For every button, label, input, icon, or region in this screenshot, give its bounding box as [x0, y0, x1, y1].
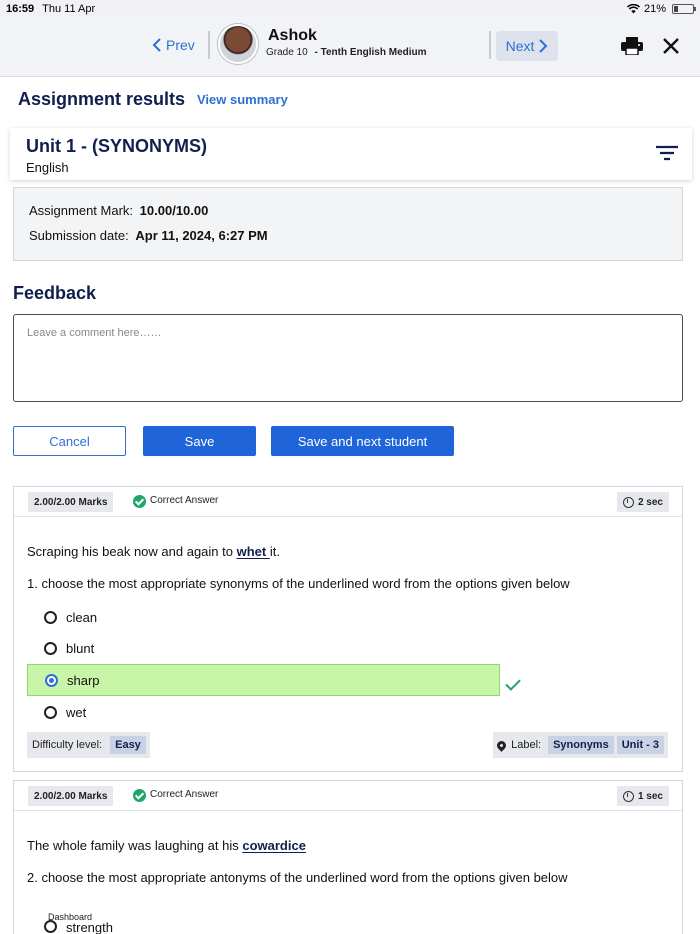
- difficulty-chip: Easy: [110, 736, 146, 754]
- unit-title: Unit 1 - (SYNONYMS): [26, 136, 208, 156]
- save-and-next-button[interactable]: Save and next student: [271, 426, 454, 456]
- assignment-mark-row: Assignment Mark: 10.00/10.00: [29, 203, 208, 218]
- option-label: clean: [66, 609, 98, 625]
- radio-button[interactable]: [44, 610, 57, 624]
- option-label: blunt: [66, 640, 95, 656]
- radio-button[interactable]: [44, 705, 57, 719]
- submission-date-value: Apr 11, 2024, 6:27 PM: [135, 228, 268, 243]
- question-sentence: Scraping his beak now and again to whet …: [27, 544, 280, 559]
- answer-option-selected[interactable]: sharp: [27, 664, 500, 696]
- stopwatch-icon: [622, 790, 634, 802]
- checkmark-icon: [505, 679, 521, 689]
- label-title: Label:: [511, 739, 542, 751]
- underlined-word: whet: [236, 544, 270, 559]
- difficulty-level: Difficulty level: Easy: [27, 732, 150, 758]
- sentence-text: it.: [269, 544, 280, 559]
- status-right: 21%: [626, 2, 696, 15]
- answer-status: Correct Answer: [150, 789, 219, 800]
- nav-divider: [489, 31, 491, 59]
- wifi-icon: [626, 3, 640, 13]
- battery-percent: 21%: [643, 2, 666, 15]
- print-icon[interactable]: [621, 37, 643, 55]
- answer-option[interactable]: strength: [27, 920, 500, 934]
- cancel-button[interactable]: Cancel: [13, 426, 126, 456]
- prev-label: Prev: [166, 37, 195, 53]
- option-label: sharp: [67, 672, 100, 688]
- answer-option[interactable]: wet: [27, 697, 500, 727]
- option-label: strength: [66, 920, 113, 934]
- submission-date-label: Submission date:: [29, 228, 129, 243]
- question-header: 2.00/2.00 Marks Correct Answer 2 sec: [14, 487, 682, 517]
- chevron-left-icon: [152, 38, 161, 52]
- student-avatar: [218, 24, 258, 64]
- student-nav-bar: Prev Ashok Grade 10 - Tenth English Medi…: [0, 17, 700, 77]
- view-summary-link[interactable]: View summary: [197, 92, 288, 107]
- sentence-text: The whole family was laughing at his: [27, 838, 243, 853]
- question-prompt: 1. choose the most appropriate synonyms …: [27, 576, 570, 591]
- difficulty-label: Difficulty level:: [32, 739, 103, 751]
- dashboard-tab[interactable]: Dashboard: [48, 912, 92, 922]
- option-label: wet: [66, 704, 87, 720]
- submission-date-row: Submission date: Apr 11, 2024, 6:27 PM: [29, 228, 268, 243]
- check-circle-icon: [133, 789, 146, 802]
- status-date: Thu 11 Apr: [42, 2, 96, 15]
- question-card: 2.00/2.00 Marks Correct Answer 1 sec The…: [13, 780, 683, 934]
- status-time: 16:59: [6, 2, 35, 15]
- answer-option[interactable]: clean: [27, 602, 500, 632]
- label-chip: Unit - 3: [616, 736, 664, 754]
- time-value: 2 sec: [637, 496, 663, 508]
- next-label: Next: [505, 38, 535, 54]
- unit-subject: English: [26, 160, 69, 175]
- answer-option[interactable]: blunt: [27, 633, 500, 663]
- page-title: Assignment results: [18, 89, 186, 109]
- radio-button[interactable]: [44, 641, 57, 655]
- time-badge: 1 sec: [616, 786, 669, 806]
- student-grade: Grade 10 - Tenth English Medium: [266, 47, 427, 58]
- stopwatch-icon: [622, 496, 634, 508]
- unit-card: Unit 1 - (SYNONYMS) English: [10, 128, 692, 180]
- label-chip: Synonyms: [548, 736, 614, 754]
- assignment-mark-value: 10.00/10.00: [139, 203, 209, 218]
- marks-badge: 2.00/2.00 Marks: [28, 492, 114, 512]
- nav-divider: [208, 31, 210, 59]
- chevron-right-icon: [539, 39, 548, 53]
- check-circle-icon: [133, 495, 146, 508]
- underlined-word: cowardice: [242, 838, 306, 853]
- grade-text: Grade 10: [266, 47, 308, 58]
- prev-student-button[interactable]: Prev: [152, 37, 195, 53]
- question-labels: Label: Synonyms Unit - 3: [493, 732, 668, 758]
- sentence-text: Scraping his beak now and again to: [27, 544, 237, 559]
- answer-status: Correct Answer: [150, 495, 219, 506]
- question-header: 2.00/2.00 Marks Correct Answer 1 sec: [14, 781, 682, 811]
- radio-button-checked[interactable]: [45, 673, 58, 687]
- question-sentence: The whole family was laughing at his cow…: [27, 838, 306, 853]
- time-badge: 2 sec: [616, 492, 669, 512]
- tag-icon: [495, 738, 508, 752]
- assignment-summary: Assignment Mark: 10.00/10.00 Submission …: [13, 187, 683, 261]
- student-name: Ashok: [268, 27, 317, 44]
- question-prompt: 2. choose the most appropriate antonyms …: [27, 870, 568, 885]
- marks-badge: 2.00/2.00 Marks: [28, 786, 114, 806]
- filter-icon[interactable]: [656, 145, 678, 161]
- assignment-mark-label: Assignment Mark:: [29, 203, 134, 218]
- question-card: 2.00/2.00 Marks Correct Answer 2 sec Scr…: [13, 486, 683, 772]
- battery-level: [674, 5, 678, 12]
- status-bar: 16:59 Thu 11 Apr 21%: [0, 0, 700, 17]
- feedback-heading: Feedback: [13, 283, 97, 303]
- battery-icon: [672, 3, 696, 14]
- time-value: 1 sec: [637, 790, 663, 802]
- section-text: - Tenth English Medium: [314, 47, 427, 58]
- close-icon[interactable]: [662, 37, 680, 55]
- feedback-input[interactable]: [13, 314, 683, 402]
- next-student-button[interactable]: Next: [496, 31, 558, 61]
- save-button[interactable]: Save: [143, 426, 256, 456]
